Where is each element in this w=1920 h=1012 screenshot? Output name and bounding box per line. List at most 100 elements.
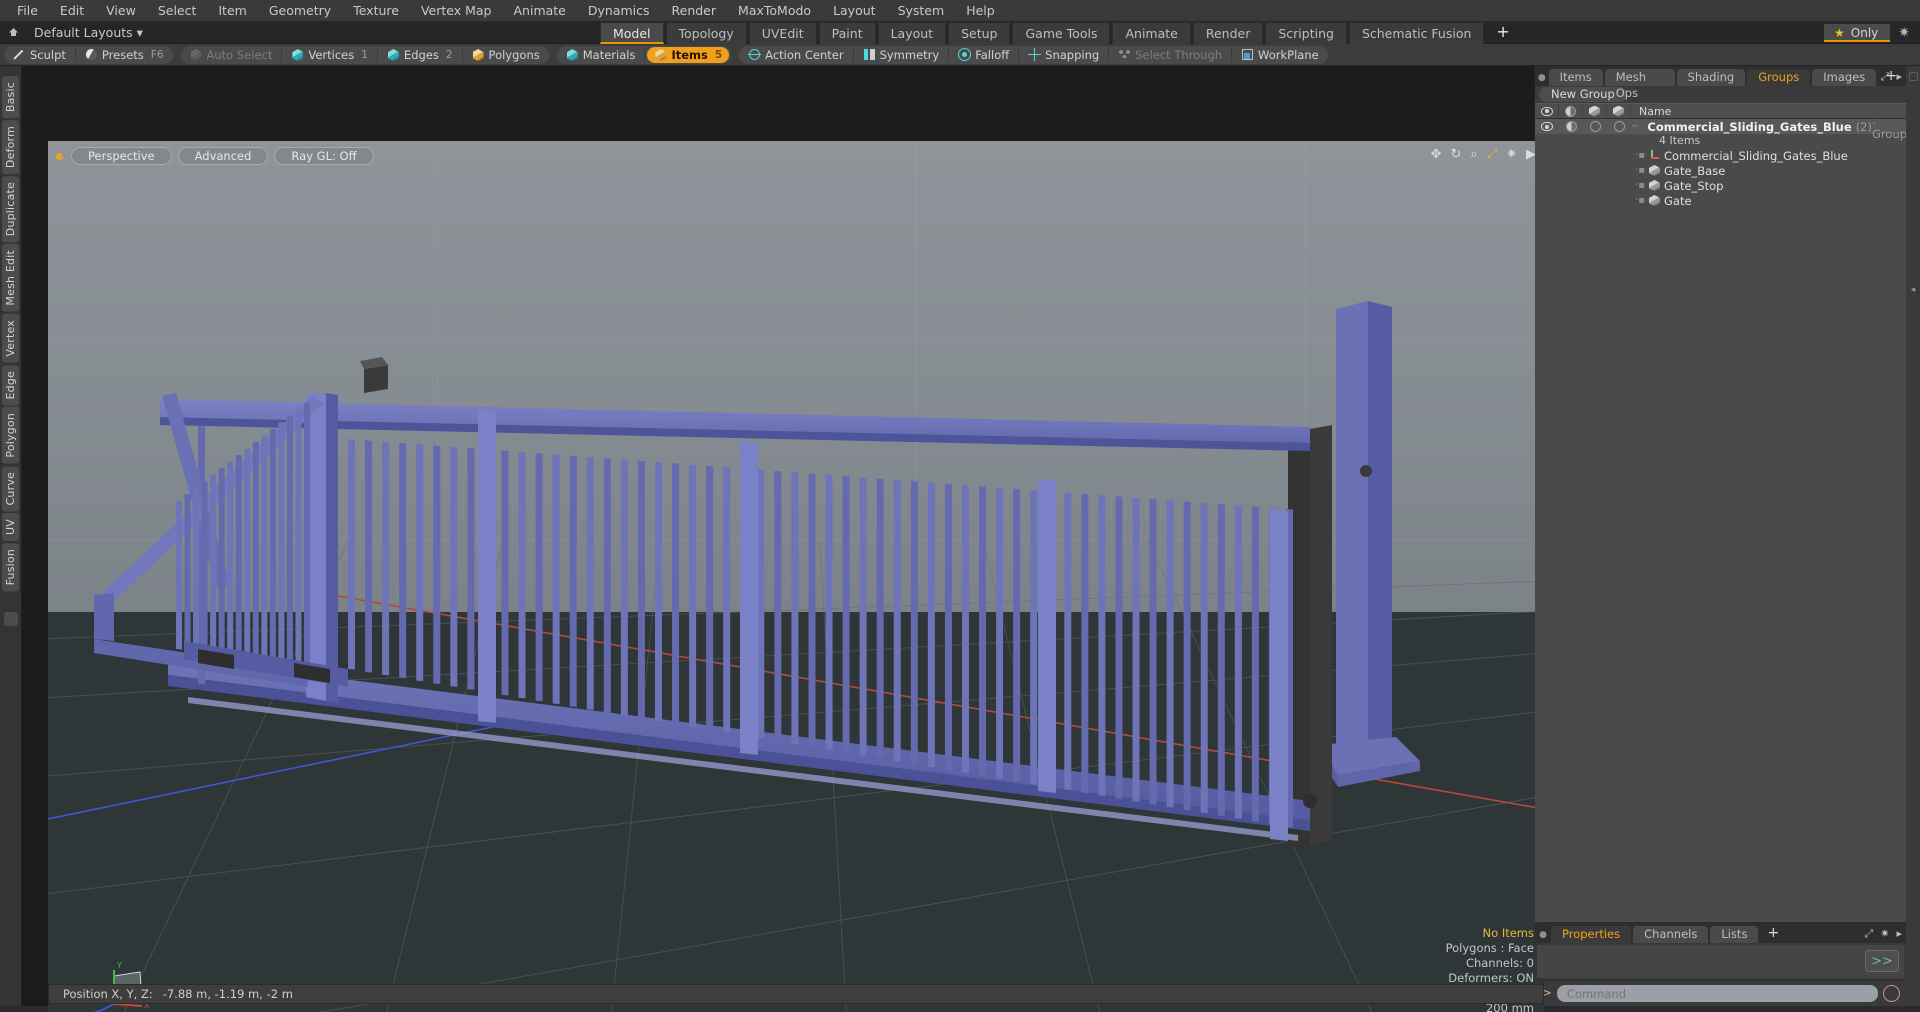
left-tab-uv[interactable]: UV	[2, 513, 19, 542]
tab-channels[interactable]: Channels	[1633, 926, 1709, 943]
list-item[interactable]: ·▪ Gate	[1535, 193, 1906, 208]
menu-item-help[interactable]: Help	[955, 0, 1006, 22]
move-icon[interactable]: ✥	[1431, 147, 1442, 162]
chevron-right-icon[interactable]: ▸	[1896, 70, 1902, 84]
layout-tab-scripting[interactable]: Scripting	[1265, 22, 1347, 44]
tab-images[interactable]: Images	[1812, 69, 1877, 86]
tab-mesh-ops[interactable]: Mesh Ops	[1604, 69, 1675, 100]
add-properties-tab-button[interactable]: +	[1760, 926, 1786, 943]
menu-item-edit[interactable]: Edit	[49, 0, 95, 22]
chevron-right-icon[interactable]: ▸	[1896, 927, 1902, 941]
auto-select-button[interactable]: Auto Select	[183, 47, 280, 63]
zoom-icon[interactable]: ⌕	[1470, 147, 1477, 162]
left-tab-fusion[interactable]: Fusion	[2, 543, 19, 592]
tab-shading[interactable]: Shading	[1676, 69, 1746, 86]
left-panel-toggle[interactable]	[3, 611, 18, 626]
menu-item-texture[interactable]: Texture	[342, 0, 410, 22]
chevron-icon[interactable]: ◂	[1911, 285, 1916, 295]
vertices-button[interactable]: Vertices 1	[284, 47, 375, 63]
menu-item-maxtomodo[interactable]: MaxToModo	[727, 0, 822, 22]
layout-tab-setup[interactable]: Setup	[948, 22, 1011, 44]
viewport-raygl-button[interactable]: Ray GL: Off	[274, 147, 374, 165]
left-tab-vertex[interactable]: Vertex	[2, 314, 19, 363]
menu-item-item[interactable]: Item	[207, 0, 257, 22]
left-tab-curve[interactable]: Curve	[2, 465, 19, 512]
group-list[interactable]: − Commercial_Sliding_Gates_Blue (2) : Gr…	[1535, 119, 1906, 922]
menu-item-animate[interactable]: Animate	[503, 0, 577, 22]
render-toggle[interactable]	[1607, 121, 1631, 132]
menu-item-geometry[interactable]: Geometry	[258, 0, 342, 22]
left-tab-basic[interactable]: Basic	[2, 76, 19, 119]
expand-icon[interactable]: ⤢	[1864, 927, 1873, 941]
gear-icon[interactable]: ✷	[1898, 25, 1910, 41]
expand-toggle[interactable]: −	[1631, 121, 1639, 132]
layout-tab-model[interactable]: Model	[600, 22, 664, 44]
wireframe-toggle[interactable]	[1583, 121, 1607, 132]
left-tab-deform[interactable]: Deform	[2, 120, 19, 175]
viewport-menu-dot[interactable]	[56, 152, 63, 160]
shade-icon[interactable]	[1559, 121, 1583, 132]
left-tab-edge[interactable]: Edge	[2, 364, 19, 406]
menu-item-vertex-map[interactable]: Vertex Map	[410, 0, 503, 22]
tab-groups[interactable]: Groups	[1747, 69, 1811, 86]
properties-forward-button[interactable]: >>	[1865, 950, 1899, 972]
panel-menu-dot[interactable]: ●	[1535, 930, 1551, 943]
list-item[interactable]: ·▪ Gate_Stop	[1535, 178, 1906, 193]
edge-toggle[interactable]	[1908, 72, 1918, 81]
tab-lists[interactable]: Lists	[1710, 926, 1759, 943]
left-tab-mesh-edit[interactable]: Mesh Edit	[2, 244, 19, 312]
workplane-button[interactable]: WorkPlane	[1234, 47, 1326, 63]
layout-tab-paint[interactable]: Paint	[818, 22, 876, 44]
layout-tab-render[interactable]: Render	[1192, 22, 1264, 44]
viewport-shading-button[interactable]: Advanced	[177, 147, 269, 165]
menu-item-system[interactable]: System	[887, 0, 956, 22]
menu-item-dynamics[interactable]: Dynamics	[577, 0, 661, 22]
layout-tab-schematic-fusion[interactable]: Schematic Fusion	[1348, 22, 1485, 44]
viewport-projection-button[interactable]: Perspective	[71, 147, 172, 165]
list-item[interactable]: ·▪ Commercial_Sliding_Gates_Blue	[1535, 148, 1906, 163]
polygons-button[interactable]: Polygons	[465, 47, 547, 63]
fit-icon[interactable]: ⤢	[1487, 147, 1497, 162]
eye-icon[interactable]	[1535, 104, 1559, 118]
add-layout-tab-button[interactable]: +	[1486, 22, 1519, 44]
layout-tab-layout[interactable]: Layout	[877, 22, 947, 44]
rotate-icon[interactable]: ↻	[1451, 147, 1462, 162]
layout-tab-uvedit[interactable]: UVEdit	[748, 22, 817, 44]
eye-icon[interactable]	[1535, 121, 1559, 132]
gear-icon[interactable]: ✷	[1880, 927, 1889, 941]
tab-properties[interactable]: Properties	[1551, 926, 1632, 943]
only-toggle-button[interactable]: ★ Only	[1824, 24, 1891, 42]
new-group-button[interactable]: New Group	[1539, 87, 1627, 102]
shade-icon[interactable]	[1559, 104, 1583, 118]
command-record-icon[interactable]	[1883, 985, 1900, 1002]
group-row[interactable]: − Commercial_Sliding_Gates_Blue (2) : Gr…	[1535, 119, 1906, 141]
layout-tab-animate[interactable]: Animate	[1112, 22, 1191, 44]
snapping-button[interactable]: Snapping	[1021, 47, 1106, 63]
default-layouts-selector[interactable]: Default Layouts ▾	[26, 25, 151, 40]
gear-icon[interactable]: ✷	[1506, 147, 1517, 162]
presets-button[interactable]: Presets F6	[78, 47, 171, 63]
edges-button[interactable]: Edges 2	[380, 47, 460, 63]
menu-item-select[interactable]: Select	[147, 0, 208, 22]
viewport-3d[interactable]: Perspective Advanced Ray GL: Off ✥ ↻ ⌕ ⤢…	[48, 141, 1544, 1012]
render-icon[interactable]	[1607, 104, 1631, 118]
symmetry-button[interactable]: Symmetry	[856, 47, 947, 63]
menu-item-layout[interactable]: Layout	[822, 0, 887, 22]
list-item[interactable]: ·▪ Gate_Base	[1535, 163, 1906, 178]
expand-icon[interactable]: ⤢	[1881, 70, 1890, 84]
menu-item-file[interactable]: File	[6, 0, 49, 22]
command-input[interactable]	[1556, 985, 1878, 1002]
sculpt-button[interactable]: Sculpt	[6, 47, 73, 63]
select-through-button[interactable]: Select Through	[1111, 47, 1229, 63]
wireframe-icon[interactable]	[1583, 104, 1607, 118]
panel-menu-dot[interactable]: ●	[1535, 73, 1549, 86]
home-icon[interactable]	[0, 26, 26, 39]
tab-items[interactable]: Items	[1548, 69, 1603, 86]
layout-tab-game-tools[interactable]: Game Tools	[1012, 22, 1111, 44]
menu-item-render[interactable]: Render	[661, 0, 728, 22]
falloff-button[interactable]: Falloff	[951, 47, 1016, 63]
items-button[interactable]: Items 5	[647, 46, 730, 63]
left-tab-polygon[interactable]: Polygon	[2, 407, 19, 464]
layout-tab-topology[interactable]: Topology	[665, 22, 747, 44]
menu-item-view[interactable]: View	[95, 0, 147, 22]
